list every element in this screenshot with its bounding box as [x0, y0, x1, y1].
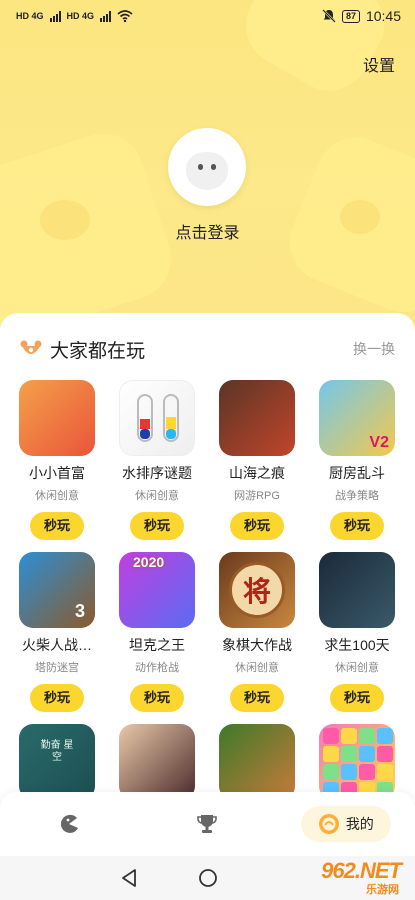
tab-mine[interactable]: 我的	[277, 806, 415, 842]
game-name: 水排序谜题	[122, 465, 192, 481]
pacman-icon	[61, 814, 79, 833]
game-card[interactable]: 2020 坦克之王动作枪战秒玩	[107, 552, 207, 712]
game-name: 山海之痕	[229, 465, 285, 481]
game-name: 求生100天	[324, 637, 390, 653]
signal-icon	[100, 10, 112, 22]
game-category: 塔防迷宫	[35, 662, 79, 674]
game-category: 休闲创意	[235, 662, 279, 674]
game-card[interactable]: 将象棋大作战休闲创意秒玩	[207, 552, 307, 712]
status-bar: HD 4G HD 4G 87 10:45	[0, 0, 415, 32]
play-button[interactable]: 秒玩	[230, 512, 284, 540]
thumb-badge: V2	[369, 434, 389, 451]
tab-rank[interactable]	[138, 812, 276, 836]
section-title: 大家都在玩	[50, 340, 146, 362]
game-category: 休闲创意	[35, 490, 79, 502]
game-card[interactable]: 水排序谜题休闲创意秒玩	[107, 380, 207, 540]
settings-button[interactable]: 设置	[363, 52, 395, 76]
game-card[interactable]	[307, 724, 407, 800]
login-link[interactable]: 点击登录	[0, 219, 415, 243]
avatar-face-icon	[186, 152, 228, 190]
bear-icon	[20, 340, 42, 358]
play-button[interactable]: 秒玩	[30, 512, 84, 540]
game-category: 休闲创意	[135, 490, 179, 502]
game-category: 网游RPG	[234, 490, 280, 502]
play-button[interactable]: 秒玩	[230, 684, 284, 712]
thumb-year-label: 2020	[133, 554, 165, 570]
play-button[interactable]: 秒玩	[30, 684, 84, 712]
game-icon[interactable]: 2020	[119, 552, 195, 628]
game-name: 小小首富	[29, 465, 85, 481]
game-name: 火柴人战…	[22, 637, 92, 653]
game-card[interactable]	[207, 724, 307, 800]
play-button[interactable]: 秒玩	[330, 684, 384, 712]
watermark-sub: 乐游网	[366, 884, 399, 896]
mute-icon	[322, 9, 336, 23]
tab-mine-label: 我的	[345, 816, 374, 832]
game-category: 动作枪战	[135, 662, 179, 674]
refresh-button[interactable]: 换一换	[353, 339, 395, 359]
game-name: 象棋大作战	[222, 637, 292, 653]
game-icon[interactable]	[219, 724, 295, 800]
battery-indicator: 87	[341, 9, 360, 23]
play-button[interactable]: 秒玩	[330, 512, 384, 540]
game-icon[interactable]: 勤奋 星空	[19, 724, 95, 800]
game-card[interactable]	[107, 724, 207, 800]
avatar-eye	[211, 164, 216, 170]
game-icon[interactable]	[119, 380, 195, 456]
game-icon[interactable]	[319, 724, 395, 800]
signal-icon	[49, 10, 61, 22]
sim2-indicator: HD 4G	[66, 11, 95, 21]
thumb-badge: 3	[74, 601, 85, 621]
game-icon[interactable]	[319, 552, 395, 628]
game-category: 休闲创意	[335, 662, 379, 674]
wifi-icon	[117, 10, 133, 22]
play-button[interactable]: 秒玩	[130, 512, 184, 540]
game-card[interactable]: V2 厨房乱斗战争策略秒玩	[307, 380, 407, 540]
play-button[interactable]: 秒玩	[130, 684, 184, 712]
thumb-title: 勤奋 星空	[40, 740, 74, 763]
mine-icon	[318, 814, 339, 834]
sim1-indicator: HD 4G	[16, 11, 44, 21]
chess-piece-icon: 将	[229, 562, 285, 618]
game-icon[interactable]	[219, 380, 295, 456]
section-header: 大家都在玩 换一换	[0, 313, 415, 385]
game-category: 战争策略	[335, 490, 379, 502]
watermark-logo: 962.NET 乐游网	[269, 856, 409, 896]
game-icon[interactable]: V2	[319, 380, 395, 456]
game-card[interactable]: 3 火柴人战… 塔防迷宫秒玩	[7, 552, 107, 712]
tab-games[interactable]	[0, 812, 138, 836]
game-card[interactable]: 勤奋 星空	[7, 724, 107, 800]
game-icon[interactable]: 将	[219, 552, 295, 628]
game-card[interactable]: 山海之痕网游RPG 秒玩	[207, 380, 307, 540]
games-panel: 大家都在玩 换一换 小小首富 休闲创意 秒玩 水排序谜题 休闲创意 秒玩 山海之痕 网游RPG…	[0, 313, 415, 803]
home-icon[interactable]	[198, 868, 218, 888]
blocks-icon	[323, 728, 393, 798]
game-name: 坦克之王	[129, 637, 185, 653]
game-card[interactable]: 小小首富休闲创意秒玩	[7, 380, 107, 540]
chess-char: 将	[242, 575, 271, 608]
bottom-tab-bar: 我的	[0, 792, 415, 856]
back-icon[interactable]	[120, 868, 138, 888]
avatar[interactable]	[168, 128, 246, 206]
bottles-icon	[137, 394, 179, 442]
avatar-eye	[198, 164, 203, 170]
game-icon[interactable]	[119, 724, 195, 800]
game-icon[interactable]: 3	[19, 552, 95, 628]
game-name: 厨房乱斗	[329, 465, 385, 481]
game-card[interactable]: 求生100天休闲创意秒玩	[307, 552, 407, 712]
trophy-icon	[197, 815, 218, 833]
clock: 10:45	[365, 8, 401, 24]
game-icon[interactable]	[19, 380, 95, 456]
